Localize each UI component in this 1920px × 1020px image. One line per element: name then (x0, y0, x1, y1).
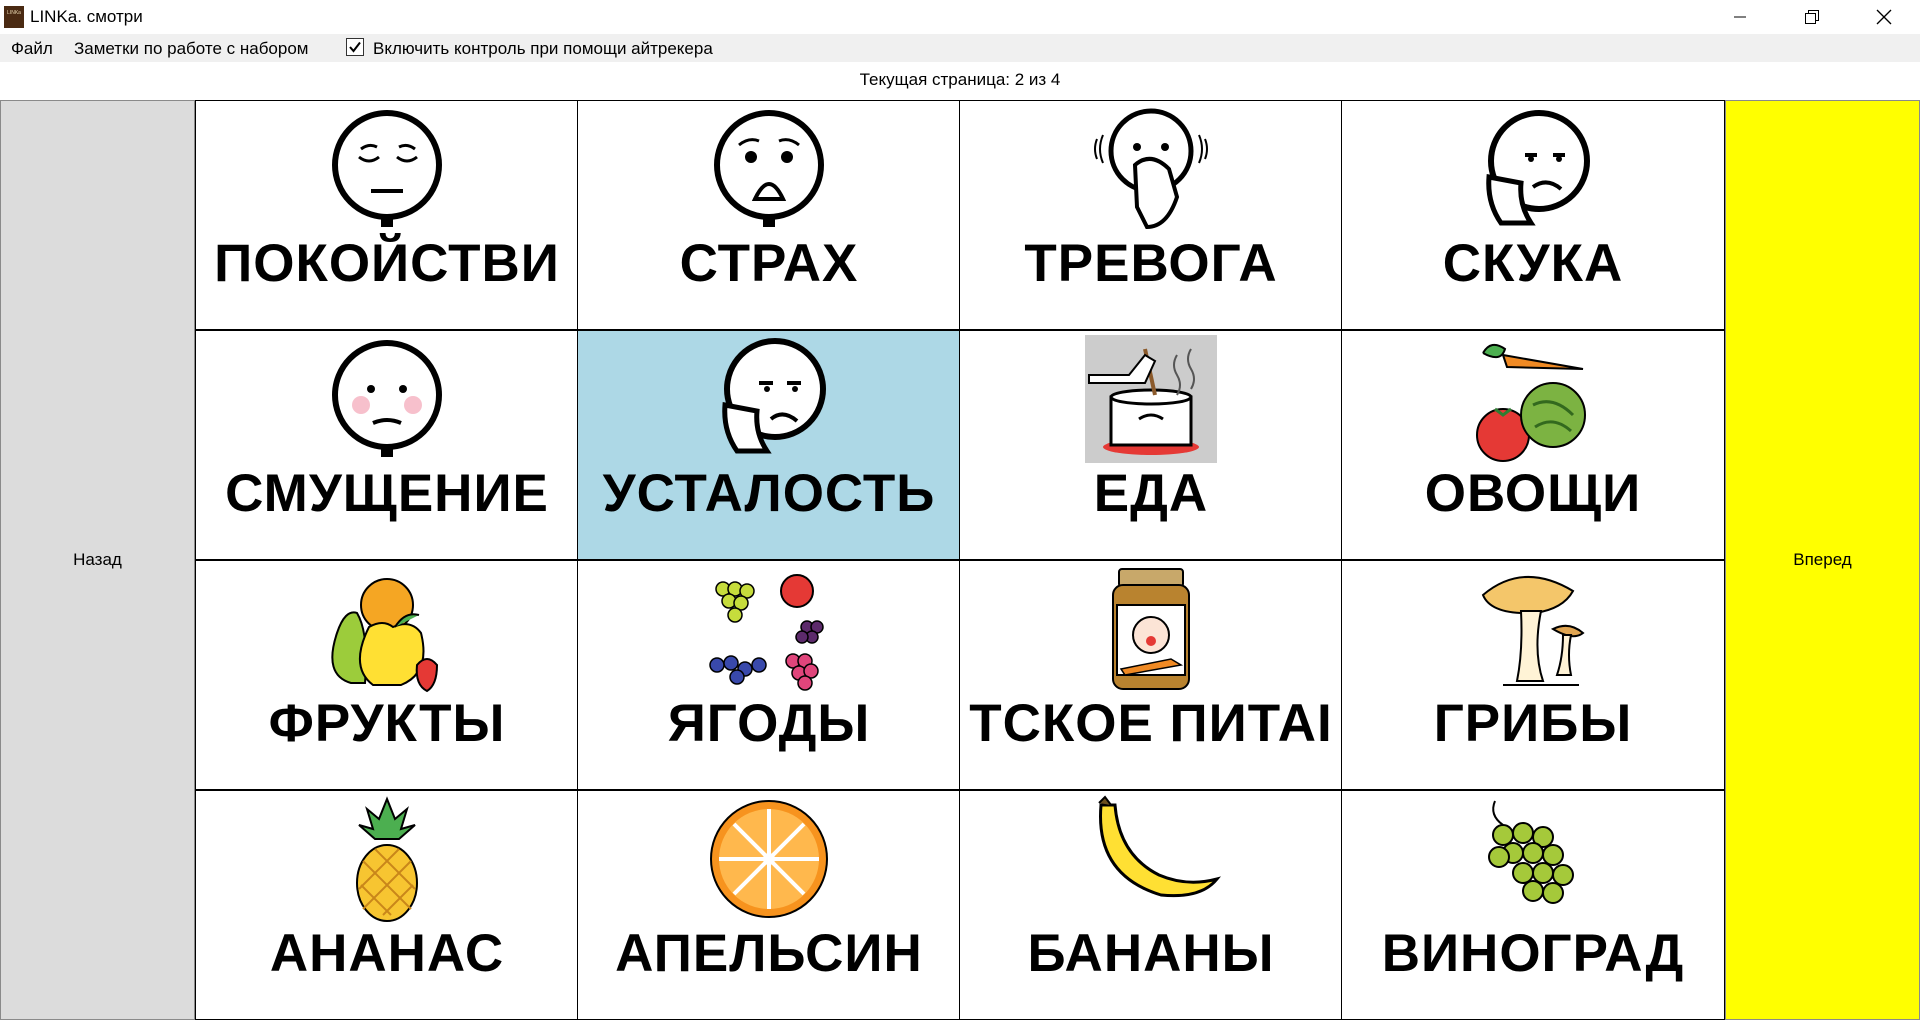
anxiety-face-icon (1081, 105, 1221, 233)
card-vegetables[interactable]: ОВОЩИ (1341, 330, 1725, 560)
card-label: ФРУКТЫ (268, 694, 506, 753)
card-baby-food[interactable]: ТСКОЕ ПИТАІ (959, 560, 1343, 790)
card-label: ТСКОЕ ПИТАІ (969, 694, 1333, 753)
card-label: СКУКА (1442, 234, 1624, 293)
boredom-face-icon (1463, 105, 1603, 233)
app-logo-icon: LINKa (4, 6, 24, 28)
card-label: БАНАНЫ (1027, 924, 1275, 983)
card-fruits[interactable]: ФРУКТЫ (195, 560, 579, 790)
fear-face-icon (699, 105, 839, 233)
card-label: ТРЕВОГА (1024, 234, 1278, 293)
close-button[interactable] (1855, 0, 1913, 34)
pineapple-icon (317, 795, 457, 923)
orange-icon (699, 795, 839, 923)
calm-face-icon (317, 105, 457, 233)
forward-label: Вперед (1793, 550, 1852, 569)
minimize-button[interactable] (1711, 0, 1769, 34)
menu-notes[interactable]: Заметки по работе с набором (74, 39, 308, 59)
cooking-pot-icon (1081, 335, 1221, 463)
card-embarrassment[interactable]: СМУЩЕНИЕ (195, 330, 579, 560)
baby-food-jar-icon (1081, 565, 1221, 693)
checkmark-icon (349, 41, 361, 53)
card-pineapple[interactable]: АНАНАС (195, 790, 579, 1020)
card-orange[interactable]: АПЕЛЬСИН (577, 790, 961, 1020)
mushrooms-icon (1463, 565, 1603, 693)
eyetracker-label[interactable]: Включить контроль при помощи айтрекера (373, 39, 713, 59)
back-button[interactable]: Назад (0, 100, 195, 1020)
card-label: УСТАЛОСТЬ (602, 464, 936, 523)
card-label: АПЕЛЬСИН (615, 924, 923, 983)
fruits-icon (317, 565, 457, 693)
menu-bar: Файл Заметки по работе с набором Включит… (0, 34, 1920, 62)
title-bar: LINKa LINKa. смотри (0, 0, 1920, 34)
card-label: ЕДА (1093, 464, 1209, 523)
back-label: Назад (73, 550, 122, 569)
card-fear[interactable]: СТРАХ (577, 100, 961, 330)
card-label: АНАНАС (269, 924, 505, 983)
card-calm[interactable]: ПОКОЙСТВИ (195, 100, 579, 330)
page-indicator: Текущая страница: 2 из 4 (859, 70, 1061, 89)
minimize-icon (1734, 16, 1746, 18)
eyetracker-checkbox[interactable] (346, 38, 364, 56)
card-grid: ПОКОЙСТВИ СТРАХ ТРЕВОГА СКУКА СМУЩЕНИЕ У… (195, 100, 1725, 1020)
grapes-icon (1463, 795, 1603, 923)
banana-icon (1081, 795, 1221, 923)
card-anxiety[interactable]: ТРЕВОГА (959, 100, 1343, 330)
restore-button[interactable] (1783, 0, 1841, 34)
card-label: ЯГОДЫ (667, 694, 871, 753)
card-tiredness[interactable]: УСТАЛОСТЬ (577, 330, 961, 560)
embarrassed-face-icon (317, 335, 457, 463)
tired-face-icon (699, 335, 839, 463)
card-boredom[interactable]: СКУКА (1341, 100, 1725, 330)
card-bananas[interactable]: БАНАНЫ (959, 790, 1343, 1020)
card-label: ОВОЩИ (1424, 464, 1642, 523)
forward-button[interactable]: Вперед (1725, 100, 1920, 1020)
card-berries[interactable]: ЯГОДЫ (577, 560, 961, 790)
menu-file[interactable]: Файл (11, 39, 53, 59)
card-label: СМУЩЕНИЕ (225, 464, 549, 523)
card-label: СТРАХ (679, 234, 859, 293)
card-grapes[interactable]: ВИНОГРАД (1341, 790, 1725, 1020)
card-label: ГРИБЫ (1433, 694, 1633, 753)
card-food[interactable]: ЕДА (959, 330, 1343, 560)
card-mushrooms[interactable]: ГРИБЫ (1341, 560, 1725, 790)
vegetables-icon (1463, 335, 1603, 463)
window-title: LINKa. смотри (30, 7, 143, 26)
berries-icon (699, 565, 839, 693)
card-label: ПОКОЙСТВИ (214, 234, 560, 293)
restore-icon (1805, 10, 1819, 24)
close-icon (1876, 9, 1892, 25)
card-label: ВИНОГРАД (1381, 924, 1685, 983)
